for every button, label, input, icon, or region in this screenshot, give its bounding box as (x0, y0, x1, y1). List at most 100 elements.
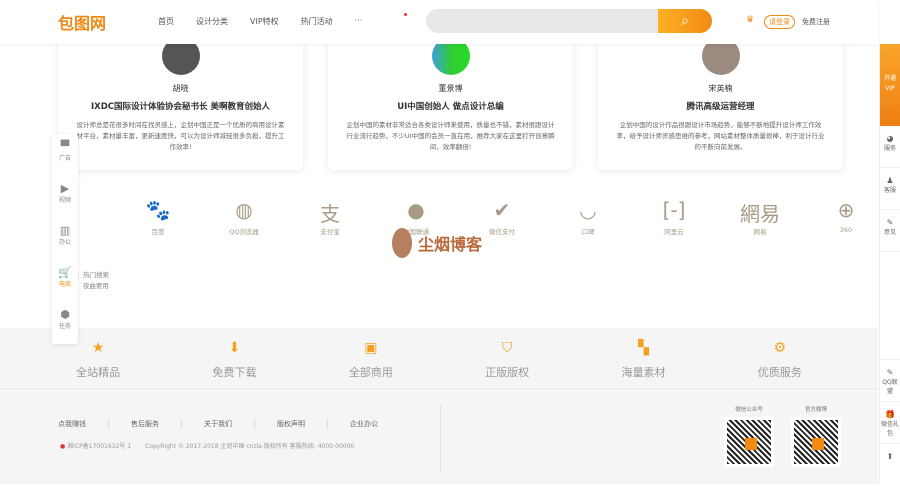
sidebar-label: 电商 (58, 281, 71, 288)
feature-label: 免费下载 (212, 366, 257, 379)
ad-icon: ▀ (60, 140, 70, 153)
rightbar-support[interactable]: ♟ 客服 (880, 168, 900, 210)
feature-label: 优质服务 (757, 366, 802, 379)
testimonial-desc: 设计师总是花很多时间在找灵感上，企划中国正是一个优质的商用设计素材平台，素材量丰… (76, 121, 285, 151)
bag-icon: ▣ (364, 340, 378, 356)
cart-icon: 🛒 (58, 266, 72, 279)
download-icon: ⬇ (228, 340, 241, 356)
feature-strip: ★ 全站精品 ⬇ 免费下载 ▣ 全部商用 ⛉ 正版版权 ▚ 海量素材 ⚙ 优质服务 (0, 328, 878, 390)
sidebar-item-office[interactable]: ▥ 办公 (52, 218, 78, 260)
nav-events[interactable]: 热门活动 (301, 16, 333, 27)
wechat-qr: 微信公众号 (724, 405, 774, 467)
video-icon: ▶ (60, 182, 70, 195)
vip-label: 开通 (883, 75, 896, 82)
sidebar-item-task[interactable]: ⬢ 任务 (52, 302, 78, 344)
links-item[interactable]: 夜曲要用 (83, 282, 109, 290)
footer-link[interactable]: 关于我们 (182, 419, 255, 429)
copyright-text: CopyRight © 2017-2018 企划中国 cnzla 版权所有 客服… (145, 443, 355, 450)
testimonial-desc: 企划中国的素材非常适合各类设计师来使用，质量也不错，素材很跟设计行业流行趋势，不… (346, 121, 555, 151)
shield-icon: ⛉ (501, 340, 513, 356)
search-input[interactable] (426, 9, 656, 33)
rightbar-spacer (880, 252, 900, 360)
footer-link[interactable]: 售后服务 (109, 419, 182, 429)
testimonial-name: 胡晓 (172, 84, 189, 93)
nav-home[interactable]: 首页 (158, 16, 174, 27)
right-sidebar: 开通 VIP ◕ 服务 ♟ 客服 ✎ 意见 ✎ QQ联盟 🎁 微信礼包 ⬆ (879, 44, 900, 484)
open-vip-button[interactable]: 开通 VIP (880, 44, 900, 126)
support-icon: ♟ (886, 176, 894, 185)
office-icon: ▥ (59, 224, 71, 237)
netease-icon: 網易 (740, 202, 780, 226)
rightbar-service[interactable]: ◕ 服务 (880, 126, 900, 168)
logo[interactable]: 包图网 (58, 10, 106, 34)
partner-aliyun[interactable]: [-] 阿里云 (631, 198, 717, 236)
gear-icon: ⚙ (773, 340, 787, 356)
koubei-icon: ◡ (579, 198, 597, 222)
feature-item: ▚ 海量素材 (593, 328, 693, 389)
sidebar-item-video[interactable]: ▶ 视频 (52, 176, 78, 218)
left-sidebar: ▀ 广告 ▶ 视频 ▥ 办公 🛒 电商 ⬢ 任务 (52, 134, 78, 344)
vip-label: VIP (885, 85, 895, 92)
login-button[interactable]: 请登录 (764, 15, 795, 29)
qr-code (791, 417, 841, 467)
edit-icon: ✎ (886, 368, 894, 377)
partner-qq-browser[interactable]: ◍ QQ浏览器 (201, 198, 287, 236)
testimonial-title: 腾讯高级运营经理 (686, 102, 755, 112)
blocks-icon: ▚ (638, 340, 649, 356)
sidebar-item-ad[interactable]: ▀ 广告 (52, 134, 78, 176)
sidebar-label: 任务 (58, 323, 71, 330)
hot-search-link[interactable]: 热门搜索 (83, 271, 109, 279)
crown-icon: ♛ (746, 15, 755, 25)
icp-text: 湘ICP备17001632号 1 (67, 443, 132, 450)
rightbar-label: QQ联盟 (882, 379, 898, 395)
partner-baidu[interactable]: 🐾 百度 (115, 198, 201, 236)
testimonial-desc: 企划中国的设计作品很跟设计市场趋势，能够不断地提升设计师工作效率，给予设计师灵感… (616, 121, 825, 151)
footer-link[interactable]: 企业办公 (328, 419, 400, 429)
feature-label: 正版版权 (485, 366, 530, 379)
register-link[interactable]: 免费注册 (802, 17, 830, 27)
edit-icon: ✎ (886, 218, 894, 227)
alipay-icon: 支 (320, 202, 340, 226)
testimonial-card: 宋英楠 腾讯高级运营经理 企划中国的设计作品很跟设计市场趋势，能够不断地提升设计… (598, 30, 843, 170)
partner-koubei[interactable]: ◡ 口碑 (545, 198, 631, 236)
rightbar-wechat-gift[interactable]: 🎁 微信礼包 (880, 402, 900, 444)
footer-link[interactable]: 点我赚钱 (58, 419, 109, 429)
rightbar-label: 意见 (883, 229, 896, 236)
service-icon: ◕ (886, 134, 894, 143)
icp-number[interactable]: ● 湘ICP备17001632号 1 (60, 441, 131, 450)
weibo-qr: 官方微博 (791, 405, 841, 467)
testimonial-name: 宋英楠 (708, 84, 733, 93)
back-to-top-button[interactable]: ⬆ (880, 444, 900, 486)
divider (440, 405, 441, 473)
sidebar-item-shop[interactable]: 🛒 电商 (52, 260, 78, 302)
sidebar-label: 广告 (58, 155, 71, 162)
search-button[interactable]: ⌕ (658, 9, 712, 33)
feature-item: ⬇ 免费下载 (184, 328, 284, 389)
partner-netease[interactable]: 網易 网易 (717, 198, 803, 236)
sidebar-label: 视频 (58, 197, 71, 204)
partner-alipay[interactable]: 支支付宝 (287, 198, 373, 236)
copyright: ● 湘ICP备17001632号 1 CopyRight © 2017-2018… (60, 441, 354, 450)
nav-categories[interactable]: 设计分类 (196, 16, 228, 27)
nav-more[interactable]: ··· (355, 16, 363, 27)
feature-label: 全部商用 (348, 366, 393, 379)
search-bar: ⌕ (426, 9, 712, 33)
feature-item: ⚙ 优质服务 (730, 328, 830, 389)
task-icon: ⬢ (60, 308, 70, 321)
watermark-text: 尘烟博客 (418, 235, 483, 254)
wechat-pay-icon: ✔ (493, 198, 511, 222)
qr-code (724, 417, 774, 467)
rightbar-qq-union[interactable]: ✎ QQ联盟 (880, 360, 900, 402)
footer-link[interactable]: 版权声明 (255, 419, 328, 429)
rightbar-label: 客服 (883, 187, 896, 194)
paw-icon: 🐾 (145, 198, 171, 222)
rightbar-feedback[interactable]: ✎ 意见 (880, 210, 900, 252)
testimonial-card: 胡晓 IXDC国际设计体验协会秘书长 美啊教育创始人 设计师总是花很多时间在找灵… (58, 30, 303, 170)
qq-browser-icon: ◍ (235, 198, 253, 222)
feature-item: ⛉ 正版版权 (457, 328, 557, 389)
footer-links: 点我赚钱 售后服务 关于我们 版权声明 企业办公 (58, 419, 400, 429)
nav-vip[interactable]: VIP特权 (250, 16, 279, 27)
feature-label: 海量素材 (621, 366, 666, 379)
partner-360[interactable]: ⊕ 360 (803, 198, 889, 236)
aliyun-icon: [-] (662, 198, 686, 222)
